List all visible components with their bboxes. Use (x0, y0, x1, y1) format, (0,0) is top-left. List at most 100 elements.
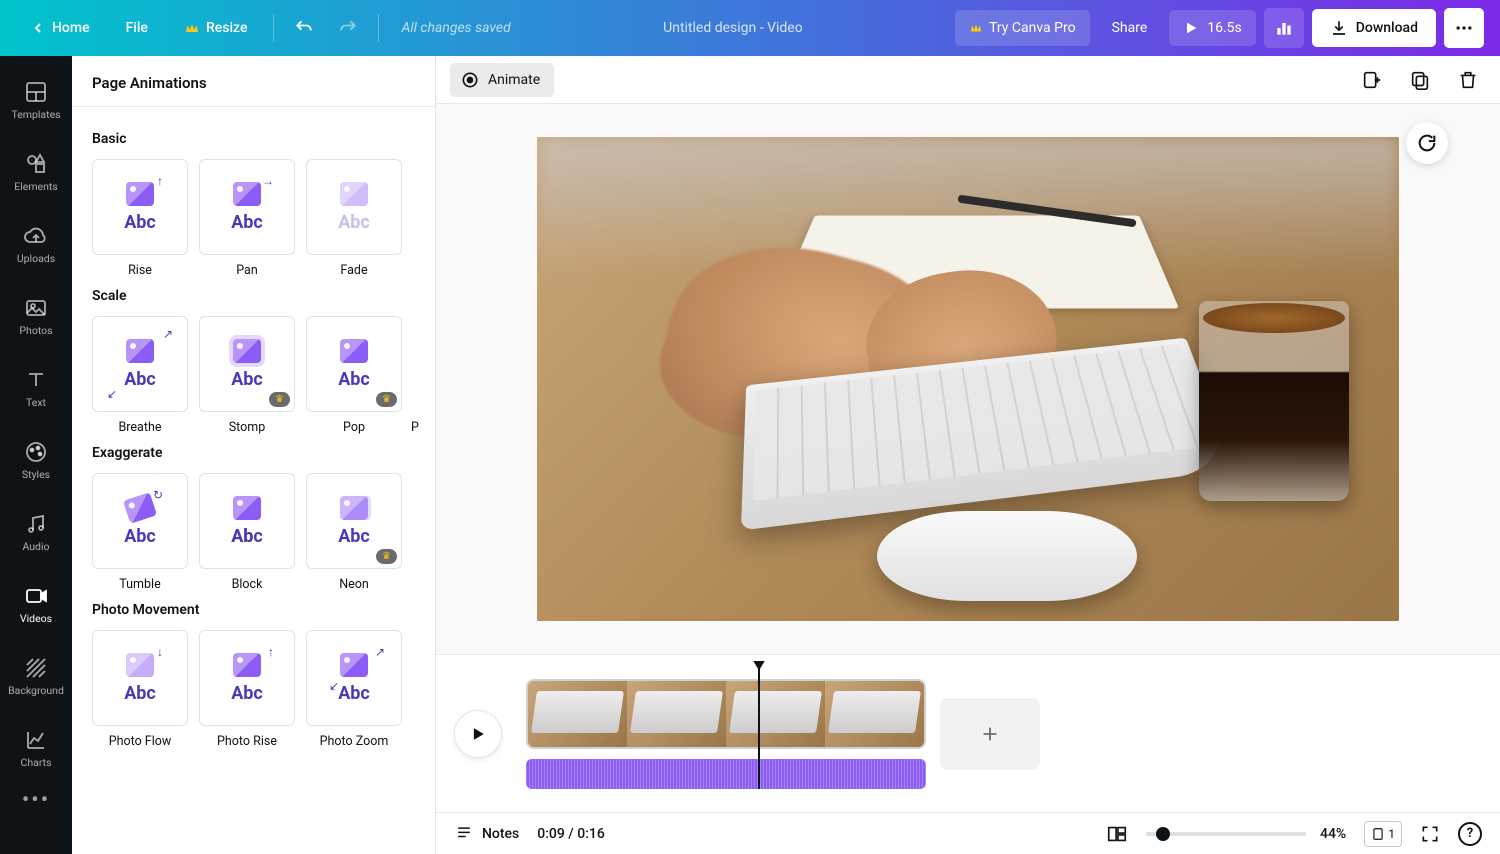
dots-icon (1454, 18, 1474, 38)
templates-icon (24, 80, 48, 104)
section-exaggerate: Exaggerate (92, 445, 435, 461)
video-track[interactable] (526, 679, 926, 749)
animation-photo-flow[interactable]: ↓Abc (92, 630, 188, 726)
panel-title: Page Animations (72, 56, 435, 107)
insights-button[interactable] (1264, 8, 1304, 48)
pro-badge-icon: ♛ (376, 392, 397, 407)
charts-icon (24, 728, 48, 752)
video-thumb (726, 681, 825, 747)
sidenav-more[interactable]: ••• (22, 788, 50, 813)
animation-neon[interactable]: Abc♛ (306, 473, 402, 569)
topbar: Home File Resize All changes saved Untit… (0, 0, 1500, 56)
timeline-play-button[interactable] (454, 710, 502, 758)
sidenav-charts[interactable]: Charts (0, 712, 72, 784)
resize-button[interactable]: Resize (170, 12, 262, 44)
undo-icon (294, 18, 314, 38)
topbar-right: Try Canva Pro Share 16.5s Download (955, 8, 1484, 48)
pro-badge-icon: ♛ (269, 392, 290, 407)
zoom-handle[interactable] (1156, 827, 1170, 841)
delete-button[interactable] (1450, 62, 1486, 98)
page-icon (1371, 826, 1385, 842)
zoom-value[interactable]: 44% (1320, 826, 1346, 842)
animation-tumble[interactable]: ↻Abc (92, 473, 188, 569)
notes-icon (454, 824, 474, 844)
animation-block[interactable]: Abc (199, 473, 295, 569)
canvas-stage[interactable] (436, 104, 1500, 654)
plus-icon (979, 723, 1001, 745)
file-button[interactable]: File (112, 12, 162, 44)
timeline (436, 654, 1500, 812)
share-button[interactable]: Share (1098, 10, 1162, 46)
preview-button[interactable]: 16.5s (1169, 10, 1256, 46)
canvas-toolbar: Animate (436, 56, 1500, 104)
elements-icon (24, 152, 48, 176)
zoom-slider[interactable] (1146, 832, 1306, 836)
trash-icon (1457, 69, 1479, 91)
animation-breathe[interactable]: ↗Abc↙ (92, 316, 188, 412)
redo-button[interactable] (330, 10, 366, 46)
zoom-control: 44% (1146, 826, 1346, 842)
duplicate-icon (1409, 69, 1431, 91)
help-button[interactable]: ? (1458, 822, 1482, 846)
video-thumb (627, 681, 726, 747)
bar-chart-icon (1274, 18, 1294, 38)
audio-track[interactable] (526, 759, 926, 789)
background-icon (24, 656, 48, 680)
playhead[interactable] (758, 669, 760, 789)
add-page-button[interactable] (1354, 62, 1390, 98)
video-thumb (825, 681, 924, 747)
crown-icon (184, 20, 200, 36)
animations-panel: Page Animations Basic ↑Abc Rise →Abc Pan… (72, 56, 436, 854)
audio-icon (24, 512, 48, 536)
more-button[interactable] (1444, 8, 1484, 48)
text-icon (24, 368, 48, 392)
refresh-button[interactable] (1406, 122, 1448, 164)
audio-waveform (526, 759, 926, 789)
animation-pan[interactable]: →Abc (199, 159, 295, 255)
fullscreen-button[interactable] (1420, 824, 1440, 844)
animation-photo-rise[interactable]: ↑Abc (199, 630, 295, 726)
uploads-icon (24, 224, 48, 248)
sidenav-uploads[interactable]: Uploads (0, 208, 72, 280)
try-pro-button[interactable]: Try Canva Pro (955, 10, 1089, 46)
grid-view-button[interactable] (1106, 823, 1128, 845)
sidenav-audio[interactable]: Audio (0, 496, 72, 568)
playback-time: 0:09 / 0:16 (537, 826, 605, 842)
sidenav-elements[interactable]: Elements (0, 136, 72, 208)
videos-icon (24, 584, 48, 608)
separator (378, 14, 379, 42)
refresh-icon (1416, 132, 1438, 154)
add-scene-button[interactable] (940, 698, 1040, 770)
video-preview[interactable] (537, 137, 1399, 621)
animate-icon (460, 70, 480, 90)
animation-photo-zoom[interactable]: ↗↙Abc (306, 630, 402, 726)
download-button[interactable]: Download (1312, 9, 1436, 47)
animation-stomp[interactable]: Abc♛ (199, 316, 295, 412)
document-title[interactable]: Untitled design - Video (519, 20, 947, 36)
undo-button[interactable] (286, 10, 322, 46)
animation-pop[interactable]: Abc♛ (306, 316, 402, 412)
sidenav-text[interactable]: Text (0, 352, 72, 424)
section-scale: Scale (92, 288, 435, 304)
sidenav-background[interactable]: Background (0, 640, 72, 712)
scene-cup (1199, 301, 1349, 501)
home-button[interactable]: Home (16, 12, 104, 44)
scene-mouse (877, 511, 1137, 601)
animation-fade[interactable]: Abc (306, 159, 402, 255)
notes-button[interactable]: Notes (454, 824, 519, 844)
animation-rise[interactable]: ↑Abc (92, 159, 188, 255)
play-icon (1183, 20, 1199, 36)
duplicate-button[interactable] (1402, 62, 1438, 98)
sidenav-videos[interactable]: Videos (0, 568, 72, 640)
sidenav-photos[interactable]: Photos (0, 280, 72, 352)
page-indicator[interactable]: 1 (1364, 821, 1402, 847)
track-stack (526, 679, 926, 789)
animate-button[interactable]: Animate (450, 63, 554, 97)
sidenav-templates[interactable]: Templates (0, 64, 72, 136)
separator (273, 14, 274, 42)
add-page-icon (1361, 69, 1383, 91)
download-icon (1330, 19, 1348, 37)
sidenav-styles[interactable]: Styles (0, 424, 72, 496)
expand-icon (1420, 824, 1440, 844)
grid-icon (1106, 823, 1128, 845)
